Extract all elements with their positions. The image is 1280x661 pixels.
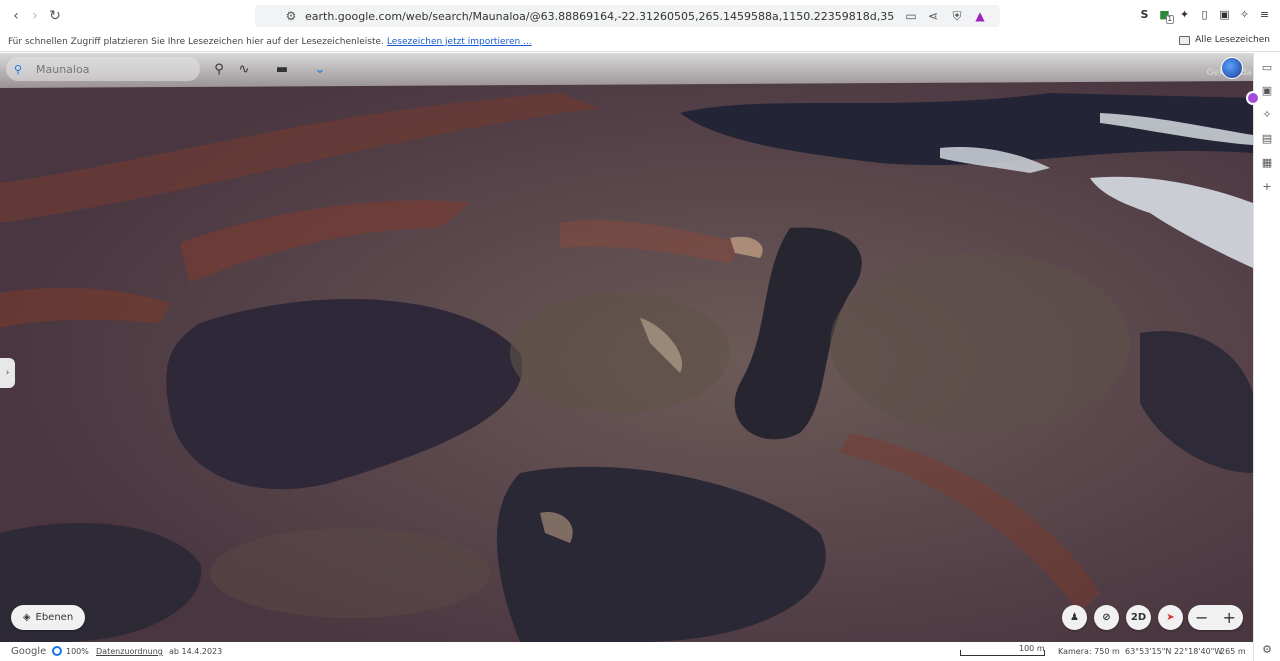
history-sidebar-icon[interactable]: ▦ [1260, 155, 1274, 169]
zoom-out-button[interactable]: − [1195, 608, 1208, 627]
path-icon[interactable]: ∿ [236, 61, 252, 77]
search-input[interactable]: Maunaloa [36, 63, 89, 76]
data-attribution-link[interactable]: Datenzuordnung [96, 647, 163, 656]
import-bookmarks-link[interactable]: Lesezeichen jetzt importieren ... [387, 37, 532, 47]
settings-gear-icon[interactable]: ⚙ [1260, 642, 1274, 656]
bookmarks-bar: Für schnellen Zugriff platzieren Sie Ihr… [0, 32, 1280, 52]
puzzle-icon[interactable]: ✦ [1178, 7, 1191, 21]
pegman-icon[interactable]: ♟ [1062, 605, 1087, 630]
sidebar-icon[interactable]: ▯ [1198, 7, 1211, 21]
chevron-down-icon[interactable]: ⌄ [312, 61, 328, 77]
reading-list-icon[interactable]: ▭ [1260, 60, 1274, 74]
all-bookmarks-button[interactable]: Alle Lesezeichen [1179, 35, 1270, 45]
extension-badge-count: 1 [1165, 15, 1174, 24]
warning-triangle-icon[interactable]: ▲ [972, 8, 988, 24]
cast-icon[interactable]: ▭ [903, 8, 919, 24]
browser-sidebar: ▭ ▣ ✧ ▤ ▦ + ⚙ [1246, 53, 1280, 661]
extension-badge-icon[interactable]: ■ 1 [1158, 7, 1174, 24]
folder-icon [1179, 35, 1191, 45]
zoom-in-button[interactable]: + [1223, 608, 1236, 627]
bookmarks-hint: Für schnellen Zugriff platzieren Sie Ihr… [8, 36, 384, 47]
google-logo: Google [11, 646, 47, 657]
account-globe-icon[interactable] [1221, 57, 1243, 79]
extension-icons: S ■ 1 ✦ ▯ ▣ ✧ ≡ [1138, 7, 1271, 24]
back-icon[interactable]: ‹ [6, 6, 26, 26]
site-settings-icon[interactable]: ⚙ [283, 8, 299, 24]
reload-icon[interactable]: ↻ [45, 6, 65, 26]
map-viewport[interactable]: ⚲ Maunaloa ⚲ ∿ ▬ ⌄ Geko... da › ◈ Ebenen… [0, 53, 1253, 642]
layers-label: Ebenen [35, 612, 74, 623]
chevron-right-icon: › [5, 368, 10, 378]
loading-ring-icon [52, 646, 62, 656]
status-bar: Google 100% Datenzuordnung ab 14.4.2023 … [0, 642, 1253, 661]
layers-icon: ◈ [22, 612, 31, 623]
ai-sidebar-icon[interactable]: ✧ [1260, 107, 1274, 121]
profile-avatar[interactable] [1246, 91, 1260, 105]
camera-altitude: Kamera: 750 m [1058, 647, 1120, 656]
share-icon[interactable]: ⋖ [925, 8, 941, 24]
terrain-imagery[interactable] [0, 53, 1253, 642]
url-text: earth.google.com/web/search/Maunaloa/@63… [305, 9, 895, 23]
imagery-date: ab 14.4.2023 [169, 647, 223, 656]
rotate-lock-icon[interactable]: ⊘ [1094, 605, 1119, 630]
forward-icon[interactable]: › [25, 6, 45, 26]
load-progress: 100% [66, 647, 89, 656]
elevation: 265 m [1220, 647, 1246, 656]
add-sidebar-icon[interactable]: + [1260, 179, 1274, 193]
measure-icon[interactable]: ▬ [274, 61, 290, 77]
cursor-coordinates: 63°53'15"N 22°18'40"W [1125, 647, 1223, 656]
zoom-control: − + [1188, 605, 1243, 630]
expand-panel-button[interactable]: › [0, 358, 15, 388]
wallet-sidebar-icon[interactable]: ▣ [1260, 83, 1274, 97]
browser-toolbar: ‹ › ↻ ☐ ⚙ earth.google.com/web/search/Ma… [0, 0, 1280, 32]
search-box[interactable]: ⚲ Maunaloa [6, 57, 200, 81]
wallet-icon[interactable]: ▣ [1218, 7, 1231, 21]
mode-2d-button[interactable]: 2D [1126, 605, 1151, 630]
ai-icon[interactable]: ✧ [1238, 7, 1251, 21]
all-bookmarks-label: Alle Lesezeichen [1195, 35, 1270, 45]
scale-bar [960, 650, 1045, 656]
menu-icon[interactable]: ≡ [1258, 7, 1271, 21]
shield-icon[interactable]: ⛨ [949, 8, 965, 24]
layers-button[interactable]: ◈ Ebenen [11, 605, 85, 630]
search-icon: ⚲ [14, 62, 23, 76]
bookmarks-sidebar-icon[interactable]: ▤ [1260, 131, 1274, 145]
address-bar[interactable]: ⚙ earth.google.com/web/search/Maunaloa/@… [255, 5, 1000, 27]
s-extension-icon[interactable]: S [1138, 7, 1151, 21]
compass-icon[interactable]: ➤ [1158, 605, 1183, 630]
placemark-icon[interactable]: ⚲ [211, 61, 227, 77]
